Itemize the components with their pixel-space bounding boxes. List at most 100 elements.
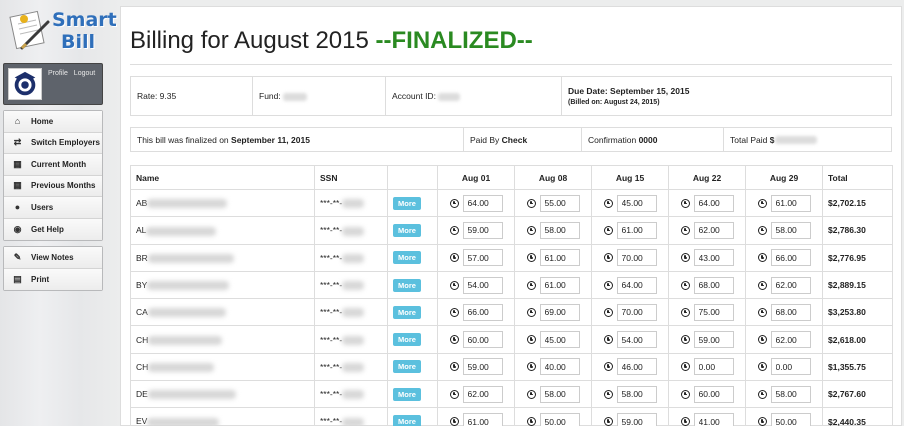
column-header-aug-15[interactable]: Aug 15 xyxy=(591,165,669,190)
nav-item-switch-employers[interactable]: ⇄ Switch Employers xyxy=(4,132,102,154)
clock-icon[interactable] xyxy=(603,307,613,317)
nav-item-previous-months[interactable]: ▦ Previous Months xyxy=(4,175,102,197)
more-button[interactable]: More xyxy=(393,196,421,210)
hours-input[interactable] xyxy=(462,303,503,321)
clock-icon[interactable] xyxy=(680,253,690,263)
clock-icon[interactable] xyxy=(680,225,690,235)
clock-icon[interactable] xyxy=(526,253,536,263)
column-header-ssn[interactable]: SSN xyxy=(314,165,388,190)
smart-bill-logo[interactable]: Smart Bill xyxy=(6,6,117,58)
clock-icon[interactable] xyxy=(680,362,690,372)
hours-input[interactable] xyxy=(693,331,734,349)
clock-icon[interactable] xyxy=(449,389,459,399)
clock-icon[interactable] xyxy=(757,198,767,208)
hours-input[interactable] xyxy=(539,331,580,349)
hours-input[interactable] xyxy=(770,276,811,294)
more-button[interactable]: More xyxy=(393,278,421,292)
clock-icon[interactable] xyxy=(449,253,459,263)
hours-input[interactable] xyxy=(616,221,657,239)
clock-icon[interactable] xyxy=(526,335,536,345)
clock-icon[interactable] xyxy=(603,362,613,372)
hours-input[interactable] xyxy=(770,385,811,403)
nav-item-users[interactable]: ● Users xyxy=(4,197,102,219)
hours-input[interactable] xyxy=(462,331,503,349)
clock-icon[interactable] xyxy=(757,253,767,263)
clock-icon[interactable] xyxy=(449,335,459,345)
clock-icon[interactable] xyxy=(757,307,767,317)
hours-input[interactable] xyxy=(693,385,734,403)
hours-input[interactable] xyxy=(616,358,657,376)
hours-input[interactable] xyxy=(693,276,734,294)
hours-input[interactable] xyxy=(462,276,503,294)
nav-item-get-help[interactable]: ◉ Get Help xyxy=(4,218,102,240)
hours-input[interactable] xyxy=(770,358,811,376)
hours-input[interactable] xyxy=(770,194,811,212)
clock-icon[interactable] xyxy=(526,417,536,426)
hours-input[interactable] xyxy=(616,331,657,349)
clock-icon[interactable] xyxy=(526,389,536,399)
hours-input[interactable] xyxy=(539,194,580,212)
nav-item-view-notes[interactable]: ✎ View Notes xyxy=(4,247,102,269)
clock-icon[interactable] xyxy=(603,389,613,399)
column-header-total[interactable]: Total xyxy=(822,165,893,190)
clock-icon[interactable] xyxy=(680,335,690,345)
clock-icon[interactable] xyxy=(680,280,690,290)
clock-icon[interactable] xyxy=(603,253,613,263)
hours-input[interactable] xyxy=(616,194,657,212)
clock-icon[interactable] xyxy=(526,280,536,290)
clock-icon[interactable] xyxy=(603,280,613,290)
hours-input[interactable] xyxy=(770,221,811,239)
clock-icon[interactable] xyxy=(757,389,767,399)
more-button[interactable]: More xyxy=(393,415,421,426)
column-header-aug-22[interactable]: Aug 22 xyxy=(668,165,746,190)
more-button[interactable]: More xyxy=(393,251,421,265)
clock-icon[interactable] xyxy=(449,362,459,372)
clock-icon[interactable] xyxy=(757,225,767,235)
more-button[interactable]: More xyxy=(393,223,421,237)
hours-input[interactable] xyxy=(462,385,503,403)
logout-link[interactable]: Logout xyxy=(74,70,95,77)
clock-icon[interactable] xyxy=(449,307,459,317)
clock-icon[interactable] xyxy=(526,362,536,372)
hours-input[interactable] xyxy=(616,276,657,294)
hours-input[interactable] xyxy=(462,358,503,376)
hours-input[interactable] xyxy=(693,358,734,376)
column-header-aug-29[interactable]: Aug 29 xyxy=(745,165,823,190)
hours-input[interactable] xyxy=(539,413,580,426)
hours-input[interactable] xyxy=(462,221,503,239)
clock-icon[interactable] xyxy=(757,335,767,345)
clock-icon[interactable] xyxy=(680,307,690,317)
hours-input[interactable] xyxy=(539,221,580,239)
column-header-aug-01[interactable]: Aug 01 xyxy=(437,165,515,190)
more-button[interactable]: More xyxy=(393,360,421,374)
more-button[interactable]: More xyxy=(393,387,421,401)
clock-icon[interactable] xyxy=(757,362,767,372)
hours-input[interactable] xyxy=(462,413,503,426)
clock-icon[interactable] xyxy=(603,225,613,235)
hours-input[interactable] xyxy=(539,276,580,294)
hours-input[interactable] xyxy=(770,413,811,426)
clock-icon[interactable] xyxy=(603,198,613,208)
clock-icon[interactable] xyxy=(449,280,459,290)
clock-icon[interactable] xyxy=(680,198,690,208)
hours-input[interactable] xyxy=(539,385,580,403)
hours-input[interactable] xyxy=(693,413,734,426)
clock-icon[interactable] xyxy=(526,198,536,208)
hours-input[interactable] xyxy=(693,221,734,239)
hours-input[interactable] xyxy=(616,303,657,321)
clock-icon[interactable] xyxy=(449,198,459,208)
hours-input[interactable] xyxy=(616,249,657,267)
hours-input[interactable] xyxy=(462,194,503,212)
clock-icon[interactable] xyxy=(603,417,613,426)
clock-icon[interactable] xyxy=(526,225,536,235)
hours-input[interactable] xyxy=(539,249,580,267)
nav-item-print[interactable]: ▤ Print xyxy=(4,268,102,290)
column-header-name[interactable]: Name xyxy=(130,165,315,190)
clock-icon[interactable] xyxy=(526,307,536,317)
clock-icon[interactable] xyxy=(603,335,613,345)
hours-input[interactable] xyxy=(462,249,503,267)
clock-icon[interactable] xyxy=(757,280,767,290)
profile-link[interactable]: Profile xyxy=(48,70,68,77)
hours-input[interactable] xyxy=(770,331,811,349)
column-header-aug-08[interactable]: Aug 08 xyxy=(514,165,592,190)
